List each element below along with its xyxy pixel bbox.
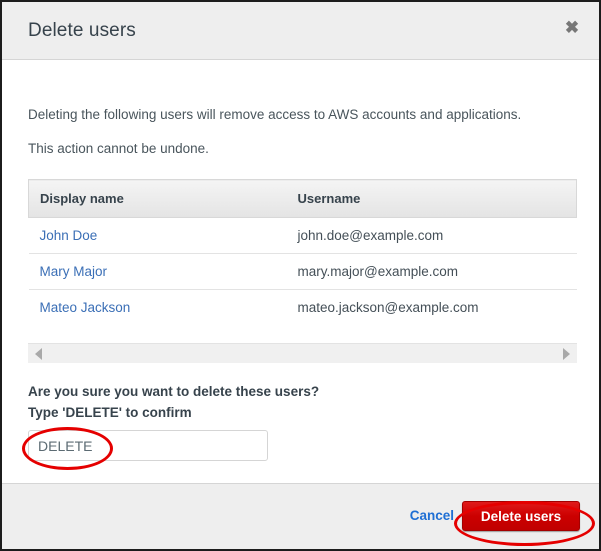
column-header-display-name[interactable]: Display name: [29, 180, 287, 218]
user-link[interactable]: Mary Major: [40, 264, 108, 279]
table-horizontal-scrollbar[interactable]: [28, 343, 577, 363]
table-header-row: Display name Username: [29, 180, 577, 218]
cell-username: mary.major@example.com: [287, 254, 577, 290]
triangle-right-icon[interactable]: [563, 348, 570, 360]
table-row: Mateo Jackson mateo.jackson@example.com: [29, 290, 577, 326]
dialog-footer: Cancel Delete users: [2, 483, 599, 549]
confirm-delete-input[interactable]: [28, 430, 268, 461]
dialog-body: Deleting the following users will remove…: [2, 61, 599, 483]
users-table-container: Display name Username John Doe john.doe@…: [28, 179, 577, 325]
triangle-left-icon[interactable]: [35, 348, 42, 360]
delete-users-button[interactable]: Delete users: [462, 501, 580, 531]
dialog-title: Delete users: [28, 20, 136, 42]
cell-username: mateo.jackson@example.com: [287, 290, 577, 326]
user-link[interactable]: John Doe: [40, 228, 98, 243]
close-icon[interactable]: ✖: [559, 14, 585, 40]
users-table-body: John Doe john.doe@example.com Mary Major…: [29, 218, 577, 326]
users-table: Display name Username John Doe john.doe@…: [28, 179, 577, 325]
intro-text-secondary: This action cannot be undone.: [28, 141, 209, 156]
cancel-button[interactable]: Cancel: [410, 508, 454, 523]
cell-username: john.doe@example.com: [287, 218, 577, 254]
users-table-head: Display name Username: [29, 180, 577, 218]
table-row: John Doe john.doe@example.com: [29, 218, 577, 254]
column-header-username[interactable]: Username: [287, 180, 577, 218]
delete-users-dialog: Delete users ✖ Deleting the following us…: [0, 0, 601, 551]
dialog-header: Delete users ✖: [2, 2, 599, 60]
confirm-instruction: Type 'DELETE' to confirm: [28, 405, 192, 420]
cell-display-name: John Doe: [29, 218, 287, 254]
confirm-question: Are you sure you want to delete these us…: [28, 384, 319, 399]
table-row: Mary Major mary.major@example.com: [29, 254, 577, 290]
intro-text-primary: Deleting the following users will remove…: [28, 107, 521, 122]
cell-display-name: Mateo Jackson: [29, 290, 287, 326]
user-link[interactable]: Mateo Jackson: [40, 300, 131, 315]
cell-display-name: Mary Major: [29, 254, 287, 290]
